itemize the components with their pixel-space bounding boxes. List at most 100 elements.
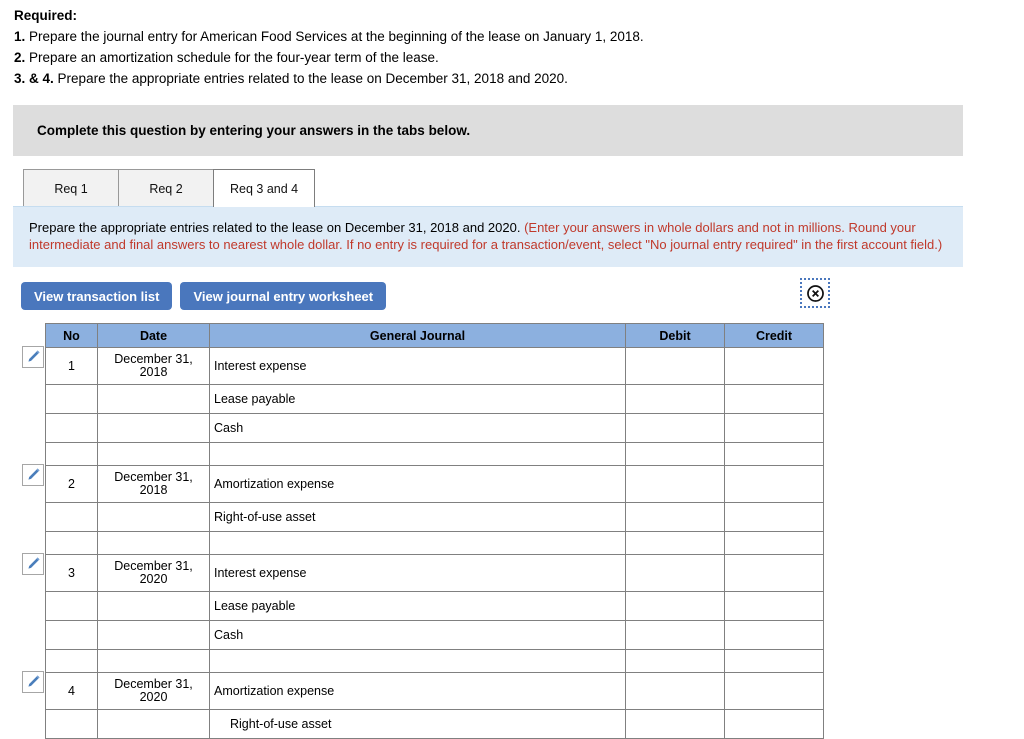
- table-row: Right-of-use asset: [45, 502, 824, 532]
- cell-date: [97, 502, 210, 532]
- cell-credit[interactable]: [724, 649, 824, 673]
- complete-question-bar: Complete this question by entering your …: [13, 105, 963, 156]
- cell-date: [97, 709, 210, 739]
- cell-credit[interactable]: [724, 413, 824, 443]
- cell-credit[interactable]: [724, 384, 824, 414]
- cell-debit[interactable]: [625, 347, 725, 385]
- cell-date: [97, 442, 210, 466]
- cell-date: [97, 384, 210, 414]
- view-transaction-list-button[interactable]: View transaction list: [21, 282, 173, 310]
- required-item-1-number: 1.: [14, 29, 26, 44]
- cell-general-journal[interactable]: [209, 531, 626, 555]
- cell-debit[interactable]: [625, 442, 725, 466]
- cell-credit[interactable]: [724, 502, 824, 532]
- instruction-paragraph: Prepare the appropriate entries related …: [29, 219, 947, 253]
- table-row: Cash: [45, 413, 824, 443]
- required-item-3-number: 3. & 4.: [14, 71, 54, 86]
- cell-no: 1: [45, 347, 98, 385]
- column-header-credit: Credit: [724, 323, 824, 348]
- tab-req-3-and-4[interactable]: Req 3 and 4: [213, 169, 316, 207]
- cell-credit[interactable]: [724, 531, 824, 555]
- instruction-black-text: Prepare the appropriate entries related …: [29, 220, 525, 235]
- cell-no: 2: [45, 465, 98, 503]
- cell-credit[interactable]: [724, 554, 824, 592]
- req-tabstrip: Req 1 Req 2 Req 3 and 4: [23, 167, 1024, 207]
- table-row: Lease payable: [45, 591, 824, 621]
- required-item-3: 3. & 4. Prepare the appropriate entries …: [14, 68, 1024, 89]
- cell-date: December 31, 2018: [97, 347, 210, 385]
- cell-date: December 31, 2020: [97, 554, 210, 592]
- tab-req-3-and-4-label: Req 3 and 4: [230, 181, 299, 196]
- column-header-date: Date: [97, 323, 210, 348]
- cell-debit[interactable]: [625, 709, 725, 739]
- cell-date: [97, 413, 210, 443]
- edit-entry-button[interactable]: [22, 552, 44, 575]
- cell-no: [45, 649, 98, 673]
- cell-credit[interactable]: [724, 672, 824, 710]
- cell-credit[interactable]: [724, 620, 824, 650]
- cell-general-journal[interactable]: Lease payable: [209, 384, 626, 414]
- edit-entry-button[interactable]: [22, 463, 44, 486]
- complete-question-text: Complete this question by entering your …: [37, 123, 471, 138]
- required-item-2: 2. Prepare an amortization schedule for …: [14, 47, 1024, 68]
- cell-credit[interactable]: [724, 442, 824, 466]
- cell-debit[interactable]: [625, 384, 725, 414]
- column-header-no: No: [45, 323, 98, 348]
- edit-entry-button[interactable]: [22, 670, 44, 693]
- journal-table-header-row: No Date General Journal Debit Credit: [45, 323, 824, 348]
- cell-debit[interactable]: [625, 531, 725, 555]
- cell-credit[interactable]: [724, 347, 824, 385]
- cell-general-journal[interactable]: Cash: [209, 620, 626, 650]
- cell-date: [97, 531, 210, 555]
- cell-general-journal[interactable]: [209, 649, 626, 673]
- pencil-icon: [27, 675, 39, 687]
- cell-debit[interactable]: [625, 672, 725, 710]
- cell-no: [45, 709, 98, 739]
- table-row: Lease payable: [45, 384, 824, 414]
- cell-credit[interactable]: [724, 709, 824, 739]
- circle-x-icon: [806, 284, 824, 302]
- tab-req-1[interactable]: Req 1: [23, 169, 119, 207]
- cell-general-journal[interactable]: [209, 442, 626, 466]
- required-item-1-text: Prepare the journal entry for American F…: [29, 29, 644, 44]
- cell-no: [45, 384, 98, 414]
- required-item-2-text: Prepare an amortization schedule for the…: [29, 50, 439, 65]
- journal-table-area: No Date General Journal Debit Credit 1 De…: [21, 323, 1024, 739]
- cell-general-journal[interactable]: Interest expense: [209, 347, 626, 385]
- close-worksheet-button[interactable]: [800, 278, 830, 308]
- tab-req-2[interactable]: Req 2: [118, 169, 214, 207]
- cell-general-journal[interactable]: Cash: [209, 413, 626, 443]
- cell-debit[interactable]: [625, 465, 725, 503]
- column-header-general-journal: General Journal: [209, 323, 626, 348]
- table-row: 2 December 31, 2018 Amortization expense: [45, 465, 824, 503]
- cell-date: [97, 591, 210, 621]
- cell-general-journal[interactable]: Amortization expense: [209, 672, 626, 710]
- cell-debit[interactable]: [625, 502, 725, 532]
- actions-row: View transaction list View journal entry…: [21, 278, 1001, 311]
- cell-no: [45, 502, 98, 532]
- cell-no: [45, 620, 98, 650]
- cell-date: [97, 620, 210, 650]
- tab-req-1-label: Req 1: [54, 181, 88, 196]
- cell-general-journal[interactable]: Amortization expense: [209, 465, 626, 503]
- cell-no: [45, 442, 98, 466]
- cell-general-journal[interactable]: Right-of-use asset: [209, 502, 626, 532]
- view-journal-entry-worksheet-button[interactable]: View journal entry worksheet: [180, 282, 387, 310]
- table-row: [45, 649, 824, 673]
- cell-no: 4: [45, 672, 98, 710]
- cell-debit[interactable]: [625, 649, 725, 673]
- table-row: Right-of-use asset: [45, 709, 824, 739]
- cell-general-journal[interactable]: Interest expense: [209, 554, 626, 592]
- tab-req-2-label: Req 2: [149, 181, 183, 196]
- table-row: [45, 531, 824, 555]
- cell-credit[interactable]: [724, 591, 824, 621]
- cell-debit[interactable]: [625, 620, 725, 650]
- edit-entry-button[interactable]: [22, 345, 44, 368]
- cell-debit[interactable]: [625, 554, 725, 592]
- cell-general-journal[interactable]: Right-of-use asset: [209, 709, 626, 739]
- cell-credit[interactable]: [724, 465, 824, 503]
- cell-debit[interactable]: [625, 413, 725, 443]
- cell-general-journal[interactable]: Lease payable: [209, 591, 626, 621]
- cell-no: [45, 413, 98, 443]
- cell-debit[interactable]: [625, 591, 725, 621]
